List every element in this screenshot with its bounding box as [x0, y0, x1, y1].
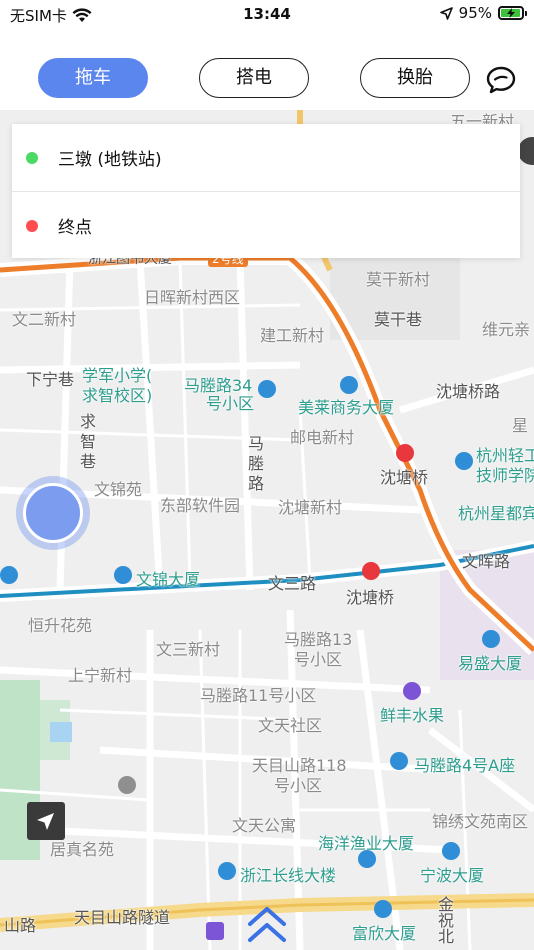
map-label: 马塍路11号小区	[200, 686, 317, 705]
navigation-arrow-icon	[37, 813, 54, 830]
route-location-card: 三墩 (地铁站) 终点	[12, 124, 520, 258]
status-right-group: 95%	[439, 4, 527, 22]
map-label: 文锦苑	[94, 480, 143, 499]
tab-jumpstart[interactable]: 搭电	[199, 58, 309, 98]
map-label: 文锦大厦	[136, 570, 201, 589]
tab-tow[interactable]: 拖车	[38, 58, 148, 98]
end-location-row[interactable]: 终点	[12, 192, 520, 259]
map-label: 恒升花苑	[28, 616, 93, 635]
poi-building-icon[interactable]	[114, 566, 132, 584]
map-label: 易盛大厦	[458, 654, 523, 673]
map-label: 马塍路4号A座	[414, 756, 516, 775]
map-label: 号小区	[294, 650, 343, 669]
tab-tire-change[interactable]: 换胎	[360, 58, 470, 98]
map-label: 下宁巷	[26, 370, 75, 389]
map-label: 文天公寓	[232, 816, 297, 835]
poi-building-icon[interactable]	[482, 630, 500, 648]
start-dot-icon	[26, 151, 38, 164]
map-label: 文三新村	[156, 640, 221, 659]
map-label: 杭州星都宾	[458, 504, 534, 523]
map-label: 文晖路	[462, 552, 511, 571]
end-dot-icon	[26, 219, 38, 232]
map-label: 美莱商务大厦	[298, 398, 395, 417]
map-label: 建工新村	[260, 326, 325, 345]
locate-me-button[interactable]	[27, 802, 65, 840]
map-label: 东部软件园	[160, 496, 241, 515]
map-label: 维元亲	[482, 320, 531, 339]
poi-metro-icon[interactable]	[396, 444, 414, 462]
map-label: 富欣大厦	[352, 924, 417, 943]
map-label: 沈塘新村	[278, 498, 343, 517]
map-label: 鲜丰水果	[380, 706, 445, 725]
poi-building-icon[interactable]	[340, 376, 358, 394]
status-bar: 无SIM卡 13:44 95%	[0, 0, 534, 30]
map-label: 号小区	[206, 394, 255, 413]
battery-percent: 95%	[458, 4, 492, 22]
map-label: 天目山路隧道	[74, 908, 171, 927]
chat-bubble-icon[interactable]	[484, 63, 518, 97]
start-location-text: 三墩 (地铁站)	[58, 150, 162, 170]
start-location-row[interactable]: 三墩 (地铁站)	[12, 124, 520, 191]
location-arrow-icon	[439, 6, 453, 20]
map-label: 莫干新村	[366, 270, 431, 289]
map-label: 文天社区	[258, 716, 323, 735]
expand-panel-chevron-icon[interactable]	[240, 900, 294, 950]
map-label: 文三路	[268, 574, 317, 593]
poi-building-icon[interactable]	[390, 752, 408, 770]
end-location-text: 终点	[58, 218, 92, 238]
map-label: 星	[512, 416, 529, 435]
map-label: 文二新村	[12, 310, 77, 329]
map-label: 上宁新村	[68, 666, 133, 685]
poi-hotel-icon[interactable]	[206, 922, 224, 940]
map-label: 巷	[80, 452, 97, 471]
map-view[interactable]: 莫干新村 莫干巷 维元亲 日晖新村西区 文二新村 建工新村 学军小学( 求智校区…	[0, 110, 534, 950]
map-label: 邮电新村	[290, 428, 355, 447]
user-location-dot	[23, 483, 83, 543]
map-label: 日晖新村西区	[144, 288, 241, 307]
map-label: 求智校区)	[82, 386, 153, 405]
poi-shop-icon[interactable]	[403, 682, 421, 700]
map-label: 技师学院	[476, 466, 534, 485]
poi-building-icon[interactable]	[358, 850, 376, 868]
poi-building-icon[interactable]	[374, 900, 392, 918]
map-label: 路	[248, 474, 265, 493]
map-label: 金祝北	[435, 896, 454, 944]
poi-service-icon[interactable]	[118, 776, 136, 794]
map-label: 山路	[4, 916, 37, 935]
poi-metro-icon[interactable]	[362, 562, 380, 580]
map-label: 浙江长线大楼	[240, 866, 337, 885]
poi-building-icon[interactable]	[0, 566, 18, 584]
map-label: 锦绣文苑南区	[432, 812, 529, 831]
map-label: 宁波大厦	[420, 866, 485, 885]
map-label: 号小区	[274, 776, 323, 795]
charging-bolt-icon	[507, 8, 515, 18]
service-tabs: 拖车 搭电 换胎	[0, 30, 534, 110]
map-label: 莫干巷	[374, 310, 423, 329]
poi-building-icon[interactable]	[258, 380, 276, 398]
poi-building-icon[interactable]	[442, 842, 460, 860]
user-location-marker	[16, 476, 90, 550]
poi-school-icon[interactable]	[455, 452, 473, 470]
map-label: 沈塘桥	[346, 588, 395, 607]
map-label: 沈塘桥路	[436, 382, 501, 401]
battery-icon	[498, 6, 527, 20]
poi-building-icon[interactable]	[218, 862, 236, 880]
map-label: 沈塘桥	[380, 468, 429, 487]
